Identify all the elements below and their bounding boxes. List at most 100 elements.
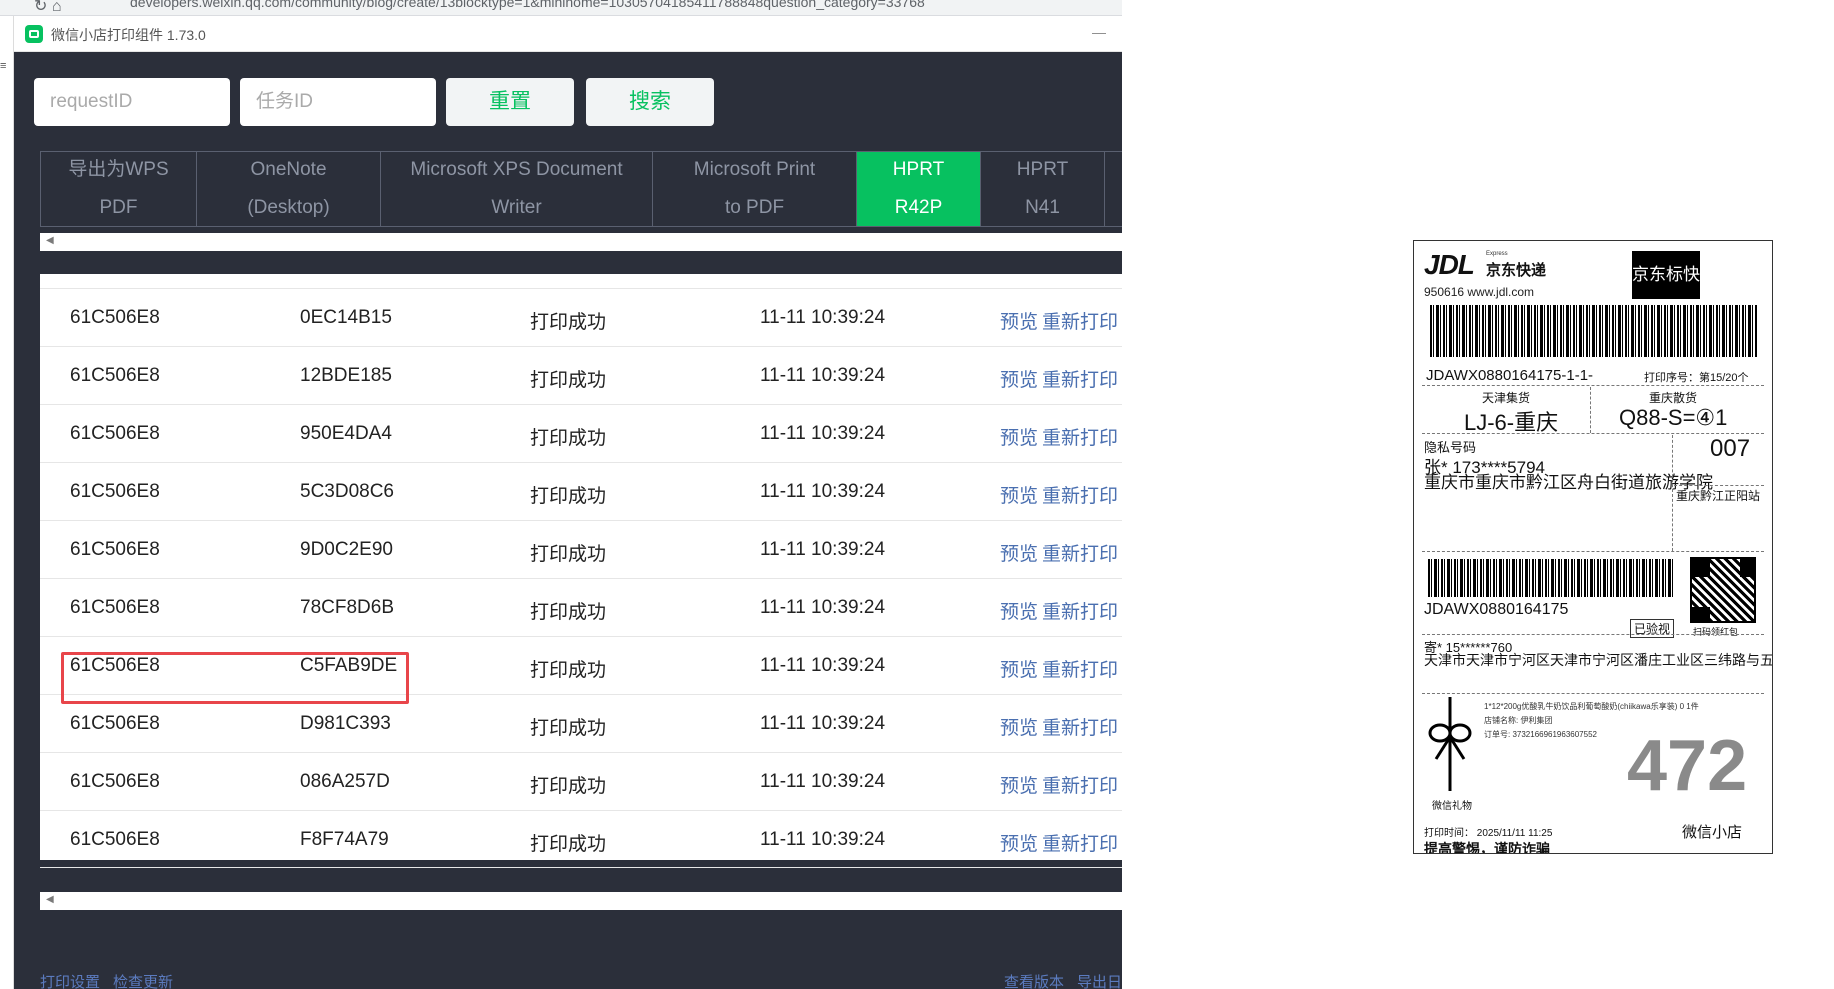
status-cell: 打印成功	[530, 660, 607, 681]
printer-tab-line1: HPRT	[1016, 159, 1069, 180]
gift-bow-icon	[1428, 697, 1472, 791]
task-id-input[interactable]	[240, 78, 436, 126]
divider	[1422, 551, 1764, 552]
print-settings-link[interactable]: 打印设置	[40, 971, 100, 989]
waybill-number: JDAWX0880164175-1-1-	[1426, 367, 1594, 384]
scroll-left-icon[interactable]: ◀	[46, 894, 54, 905]
reprint-link[interactable]: 重新打印	[1042, 597, 1118, 624]
background-page-edge: ≡	[0, 16, 14, 989]
printer-tab-line2: R42P	[894, 197, 943, 218]
sort-code: 007	[1710, 435, 1751, 462]
preview-link[interactable]: 预览	[1000, 307, 1038, 334]
view-version-link[interactable]: 查看版本	[1004, 971, 1064, 989]
task-list: 61C506E8 0EC14B15 打印成功 11-11 10:39:24 预览…	[40, 274, 1122, 868]
request-id-cell: 61C506E8	[70, 597, 160, 618]
status-cell: 打印成功	[530, 776, 607, 797]
reprint-link[interactable]: 重新打印	[1042, 539, 1118, 566]
time-cell: 11-11 10:39:24	[760, 307, 886, 328]
preview-link[interactable]: 预览	[1000, 365, 1038, 392]
package-number: 472	[1627, 726, 1748, 806]
reprint-link[interactable]: 重新打印	[1042, 713, 1118, 740]
contact-info: 950616 www.jdl.com	[1424, 285, 1535, 299]
jdl-logo: JDL	[1424, 249, 1475, 280]
printer-tabs: 导出为WPS PDF OneNote (Desktop) Microsoft X…	[40, 151, 1122, 227]
window-titlebar[interactable]: 微信小店打印组件 1.73.0 —	[14, 16, 1122, 52]
reprint-link[interactable]: 重新打印	[1042, 771, 1118, 798]
scroll-left-icon[interactable]: ◀	[46, 235, 54, 246]
reprint-link[interactable]: 重新打印	[1042, 655, 1118, 682]
divider	[1422, 693, 1764, 694]
printer-tab-wps-pdf[interactable]: 导出为WPS PDF	[41, 152, 197, 226]
printer-tab-hprt-n41[interactable]: HPRT N41	[981, 152, 1105, 226]
store-name: 店铺名称: 伊利集团	[1484, 716, 1553, 725]
printer-tab-line2: Writer	[491, 197, 542, 218]
table-row: 61C506E8 086A257D 打印成功 11-11 10:39:24 预览…	[40, 752, 1122, 810]
waybill-barcode	[1430, 305, 1758, 357]
reprint-link[interactable]: 重新打印	[1042, 307, 1118, 334]
search-button[interactable]: 搜索	[586, 78, 714, 126]
express-tag: Express	[1486, 251, 1508, 257]
divider	[1674, 485, 1764, 486]
time-cell: 11-11 10:39:24	[760, 423, 886, 444]
time-cell: 11-11 10:39:24	[760, 365, 886, 386]
printer-tab-line1: Microsoft Print	[693, 159, 816, 180]
preview-link[interactable]: 预览	[1000, 655, 1038, 682]
printer-tab-line2: N41	[1025, 197, 1060, 218]
task-id-cell: C5FAB9DE	[300, 655, 398, 676]
preview-link[interactable]: 预览	[1000, 597, 1038, 624]
reload-icon[interactable]: ↻ ⌂	[34, 0, 62, 15]
check-update-link[interactable]: 检查更新	[113, 971, 173, 989]
status-cell: 打印成功	[530, 486, 607, 507]
print-sequence: 打印序号：第15/20个	[1644, 372, 1749, 384]
reset-button[interactable]: 重置	[446, 78, 574, 126]
reprint-link[interactable]: 重新打印	[1042, 365, 1118, 392]
request-id-cell: 61C506E8	[70, 539, 160, 560]
table-row: 61C506E8 C5FAB9DE 打印成功 11-11 10:39:24 预览…	[40, 636, 1122, 694]
preview-link[interactable]: 预览	[1000, 481, 1038, 508]
reprint-link[interactable]: 重新打印	[1042, 829, 1118, 856]
tabs-horizontal-scrollbar[interactable]: ◀	[40, 233, 1122, 251]
request-id-input[interactable]	[34, 78, 230, 126]
task-id-cell: 9D0C2E90	[300, 539, 393, 560]
printer-tab-print-to-pdf[interactable]: Microsoft Print to PDF	[653, 152, 857, 226]
request-id-cell: 61C506E8	[70, 655, 160, 676]
printer-tab-hprt-r42p[interactable]: HPRT R42P	[857, 152, 981, 226]
request-id-cell: 61C506E8	[70, 365, 160, 386]
minimize-button[interactable]: —	[1092, 24, 1106, 40]
time-cell: 11-11 10:39:24	[760, 539, 886, 560]
printer-tab-line1: Microsoft XPS Document	[410, 159, 623, 180]
item-description: 1*12*200g优酸乳牛奶饮品利葡萄酸奶(chiikawa乐享装) 0 1件	[1484, 702, 1699, 711]
request-id-cell: 61C506E8	[70, 713, 160, 734]
reprint-link[interactable]: 重新打印	[1042, 481, 1118, 508]
browser-address-bar[interactable]: ↻ ⌂ developers.weixin.qq.com/community/b…	[0, 0, 1122, 16]
preview-link[interactable]: 预览	[1000, 829, 1038, 856]
time-cell: 11-11 10:39:24	[760, 597, 886, 618]
table-row: 61C506E8 950E4DA4 打印成功 11-11 10:39:24 预览…	[40, 404, 1122, 462]
printer-tab-xps-writer[interactable]: Microsoft XPS Document Writer	[381, 152, 653, 226]
preview-link[interactable]: 预览	[1000, 771, 1038, 798]
list-horizontal-scrollbar[interactable]: ◀	[40, 892, 1122, 910]
printer-tab-line1: OneNote	[250, 159, 327, 180]
task-id-cell: 78CF8D6B	[300, 597, 394, 618]
wechat-store-brand: 微信小店	[1682, 824, 1743, 841]
browser-url[interactable]: developers.weixin.qq.com/community/blog/…	[130, 0, 925, 10]
task-id-cell: 950E4DA4	[300, 423, 392, 444]
preview-link[interactable]: 预览	[1000, 713, 1038, 740]
destination-hub-label: 重庆散货	[1649, 391, 1698, 405]
preview-link[interactable]: 预览	[1000, 423, 1038, 450]
qr-code	[1690, 557, 1756, 623]
route-destination: Q88-S=④1	[1619, 405, 1728, 430]
status-cell: 打印成功	[530, 544, 607, 565]
request-id-cell: 61C506E8	[70, 481, 160, 502]
printer-tab-onenote[interactable]: OneNote (Desktop)	[197, 152, 381, 226]
export-log-link[interactable]: 导出日	[1077, 971, 1122, 989]
table-row: 61C506E8 D981C393 打印成功 11-11 10:39:24 预览…	[40, 694, 1122, 752]
service-badge: 京东标快	[1632, 251, 1700, 299]
preview-link[interactable]: 预览	[1000, 539, 1038, 566]
waybill-barcode-small	[1428, 559, 1674, 597]
divider	[1590, 387, 1591, 433]
reprint-link[interactable]: 重新打印	[1042, 423, 1118, 450]
printer-tab-line2: to PDF	[724, 197, 785, 218]
task-id-cell: 5C3D08C6	[300, 481, 394, 502]
time-cell: 11-11 10:39:24	[760, 481, 886, 502]
